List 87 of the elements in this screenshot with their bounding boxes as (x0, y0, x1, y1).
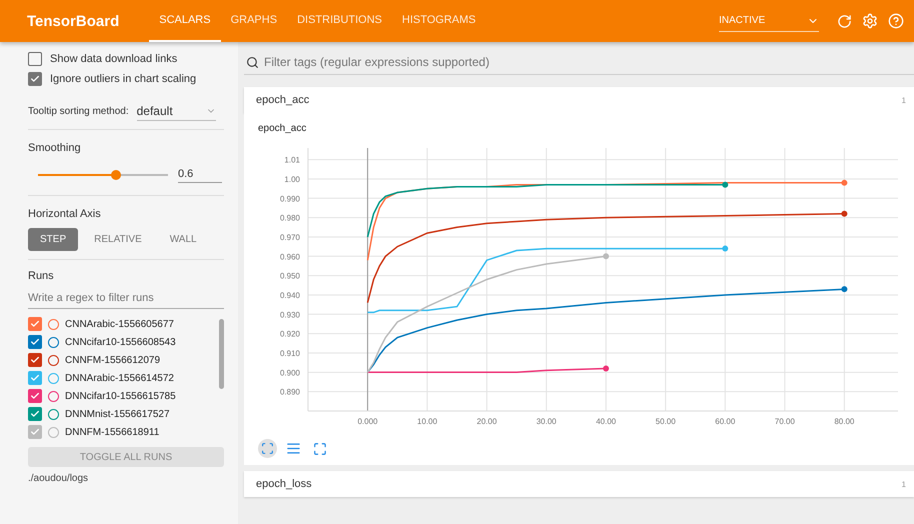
y-axis-label: 0.970 (280, 232, 300, 242)
run-radio[interactable] (48, 318, 59, 330)
run-name: DNNcifar10-1556615785 (65, 390, 176, 402)
y-axis-label: 0.950 (280, 272, 300, 281)
run-checkbox[interactable] (28, 353, 42, 367)
axis-option-button[interactable]: WALL (158, 228, 209, 251)
y-axis-label: 0.930 (280, 310, 300, 320)
option-label: Show data download links (50, 53, 178, 65)
x-axis-label: 70.00 (774, 417, 795, 426)
end-point-marker (602, 253, 609, 260)
run-radio[interactable] (48, 390, 59, 402)
nav-tab[interactable]: DISTRIBUTIONS (287, 0, 392, 42)
x-axis-label: 60.00 (715, 417, 736, 426)
run-name: DNNFM-1556618911 (65, 426, 160, 438)
run-name: DNNArabic-1556614572 (65, 372, 174, 384)
app-title: TensorBoard (27, 12, 120, 30)
run-filter-field[interactable]: Write a regex to filter runs (28, 288, 224, 309)
checkbox[interactable] (28, 52, 42, 66)
nav-tab[interactable]: GRAPHS (220, 0, 288, 42)
option-label: Ignore outliers in chart scaling (50, 73, 196, 85)
run-name: CNNArabic-1556605677 (65, 318, 174, 330)
y-axis-label: 0.940 (280, 290, 300, 300)
refresh-icon[interactable] (837, 14, 852, 28)
y-axis-label: 0.990 (280, 194, 300, 204)
run-checkbox[interactable] (28, 407, 42, 421)
y-axis-label: 0.900 (280, 368, 300, 378)
tag-filter-field[interactable]: Filter tags (regular expressions supported) (262, 54, 912, 70)
card-header[interactable]: epoch_loss 1 (244, 471, 914, 497)
run-checkbox[interactable] (28, 335, 42, 349)
smoothing-input[interactable]: 0.6 (178, 166, 222, 183)
end-point-marker (722, 182, 728, 188)
run-radio[interactable] (48, 354, 59, 366)
checkbox[interactable] (28, 72, 42, 86)
runs-label: Runs (28, 270, 55, 282)
axis-option-button[interactable]: RELATIVE (82, 228, 154, 251)
card-count: 1 (902, 480, 906, 488)
x-axis-label: 30.00 (536, 417, 556, 426)
help-icon[interactable] (888, 13, 904, 29)
axis-option-button[interactable]: STEP (28, 228, 78, 251)
x-axis-label: 50.00 (656, 417, 676, 426)
expand-icon[interactable] (258, 439, 277, 458)
run-checkbox[interactable] (28, 389, 42, 403)
end-point-marker (602, 365, 609, 372)
run-checkbox[interactable] (28, 371, 42, 385)
tooltip-sorting-label: Tooltip sorting method: (28, 106, 129, 117)
sorting-dropdown[interactable]: default (136, 102, 216, 121)
x-axis-label: 10.00 (417, 417, 438, 426)
y-axis-label: 1.00 (284, 174, 300, 184)
check-icon (30, 74, 40, 84)
run-name: CNNFM-1556612079 (65, 354, 160, 366)
y-axis-label: 0.920 (280, 330, 300, 339)
y-axis-label: 1.01 (284, 156, 300, 165)
end-point-marker (841, 210, 848, 217)
scrollbar[interactable] (219, 319, 224, 389)
card-title: epoch_loss (256, 478, 312, 490)
run-checkbox[interactable] (28, 425, 42, 439)
y-axis-label: 0.890 (280, 388, 300, 397)
log-directory: ./aoudou/logs (28, 473, 90, 484)
run-name: CNNcifar10-1556608543 (65, 336, 176, 348)
nav-tab[interactable]: HISTOGRAMS (392, 0, 486, 42)
horizontal-axis-label: Horizontal Axis (28, 208, 102, 220)
end-point-marker (841, 180, 848, 186)
y-axis-label: 0.980 (280, 214, 300, 223)
run-radio[interactable] (48, 426, 59, 438)
settings-icon[interactable] (862, 13, 878, 29)
end-point-marker (841, 286, 848, 292)
slider-thumb[interactable] (111, 170, 121, 180)
y-axis-label: 0.960 (280, 252, 300, 262)
run-radio[interactable] (48, 336, 59, 348)
toggle-all-runs-button[interactable]: TOGGLE ALL RUNS (28, 447, 224, 467)
x-axis-label: 40.00 (596, 417, 616, 426)
run-name: DNNMnist-1556617527 (65, 408, 170, 420)
smoothing-label: Smoothing (28, 142, 82, 154)
card-header[interactable]: epoch_acc 1 (244, 87, 914, 113)
end-point-marker (722, 246, 728, 252)
y-axis-label: 0.910 (280, 348, 300, 358)
card-title: epoch_acc (256, 94, 310, 106)
run-checkbox[interactable] (28, 317, 42, 331)
run-radio[interactable] (48, 372, 59, 384)
x-axis-label: 0.000 (358, 417, 378, 426)
run-dropdown[interactable]: INACTIVE (719, 10, 819, 32)
chart-title: epoch_acc (258, 123, 308, 134)
card-count: 1 (902, 96, 906, 104)
x-axis-label: 20.00 (476, 417, 497, 426)
run-radio[interactable] (48, 408, 59, 420)
search-icon (246, 56, 259, 68)
x-axis-label: 80.00 (834, 417, 854, 426)
